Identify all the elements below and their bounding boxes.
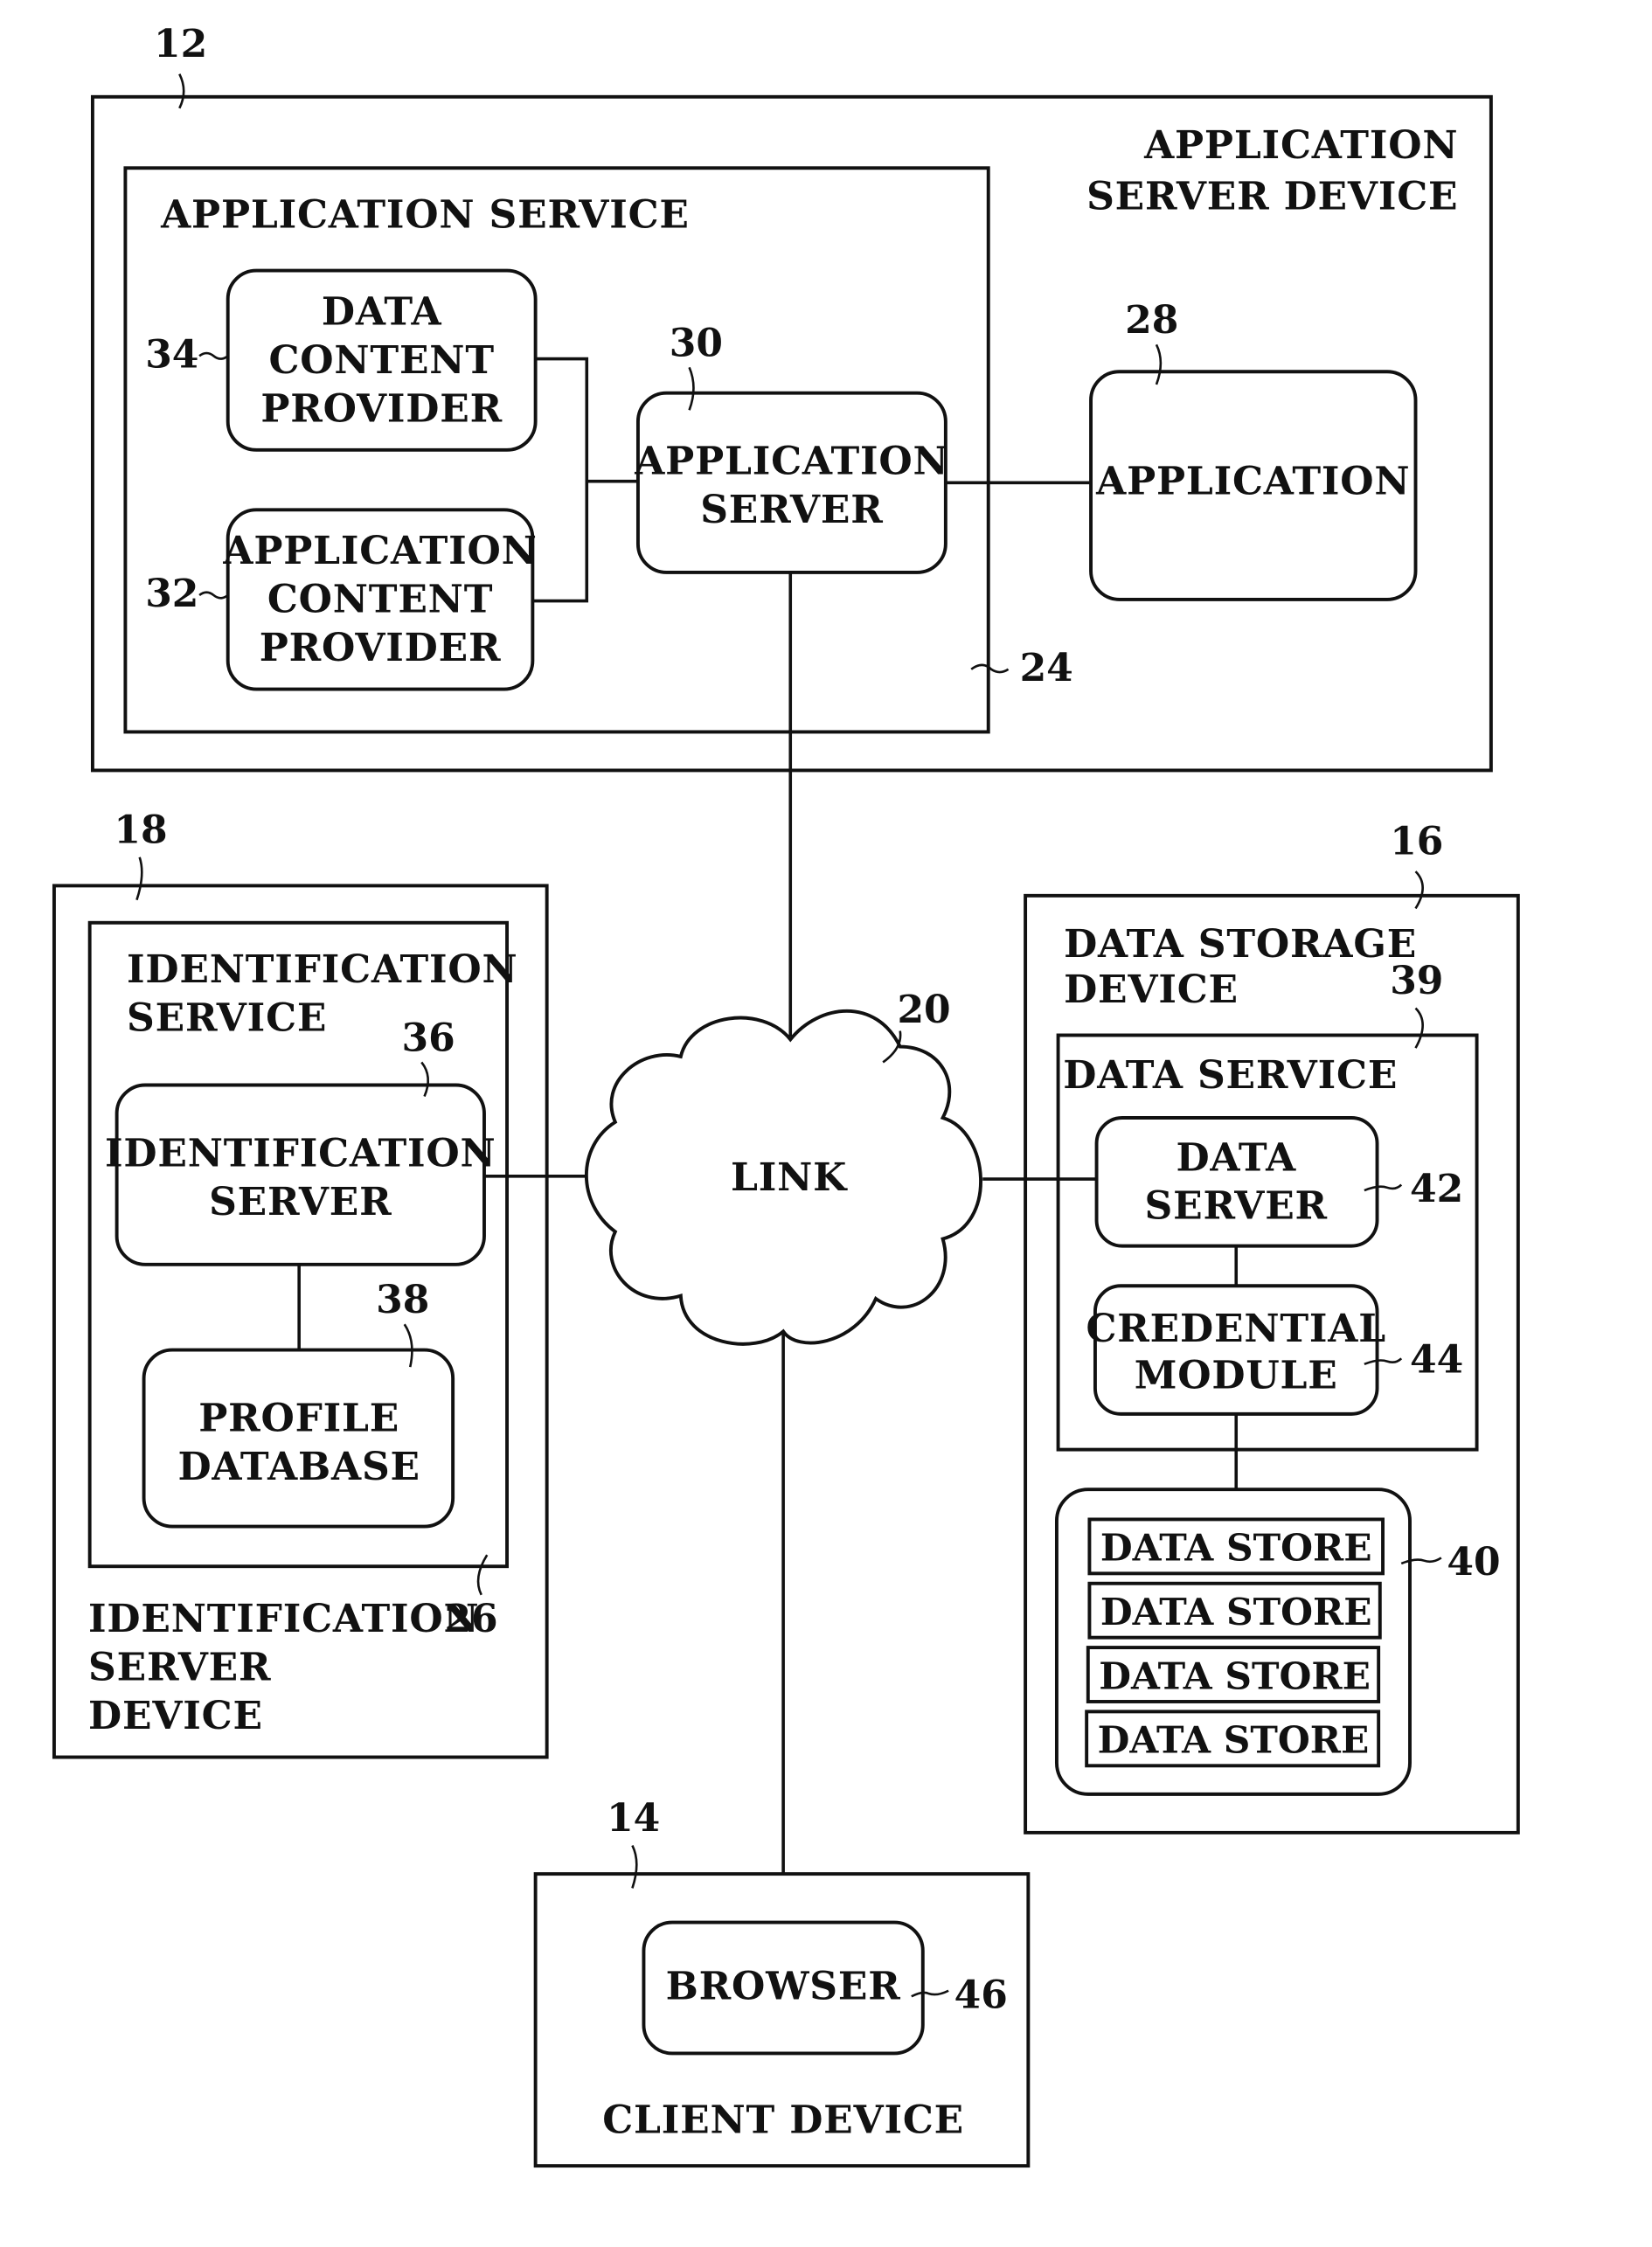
browser-label: BROWSER bbox=[666, 1965, 901, 2009]
data-service-label: DATA SERVICE bbox=[1063, 1053, 1398, 1098]
data-storage-device: 16 DATA STORAGE DEVICE 39 DATA SERVICE D… bbox=[1024, 820, 1520, 1834]
ref-16: 16 bbox=[1390, 820, 1443, 864]
leader-39 bbox=[1414, 1007, 1424, 1049]
ref-20: 20 bbox=[897, 988, 950, 1032]
identification-server[interactable]: IDENTIFICATION SERVER bbox=[105, 1083, 496, 1266]
ref-44: 44 bbox=[1410, 1338, 1463, 1383]
application-service-label: APPLICATION SERVICE bbox=[160, 193, 690, 238]
profile-database[interactable]: PROFILE DATABASE bbox=[142, 1348, 455, 1529]
data-store-item[interactable]: DATA STORE bbox=[1086, 1646, 1381, 1703]
application-server-label-1: APPLICATION bbox=[634, 440, 948, 484]
ref-14: 14 bbox=[607, 1796, 660, 1841]
data-storage-device-label-1: DATA STORAGE bbox=[1064, 922, 1417, 967]
application-server-device-label-1: APPLICATION bbox=[1143, 123, 1458, 168]
data-store-label: DATA STORE bbox=[1100, 1590, 1372, 1633]
identification-server-device-label-3: DEVICE bbox=[88, 1694, 263, 1738]
credential-module-label-1: CREDENTIAL bbox=[1086, 1307, 1385, 1351]
ref-26: 26 bbox=[444, 1597, 497, 1641]
ref-28: 28 bbox=[1125, 298, 1178, 343]
data-service: 39 DATA SERVICE DATA SERVER 42 CREDENTIA… bbox=[1056, 959, 1479, 1452]
application-server[interactable]: APPLICATION SERVER bbox=[634, 391, 948, 574]
ref-36: 36 bbox=[401, 1016, 455, 1060]
ref-39: 39 bbox=[1390, 959, 1443, 1003]
ref-12: 12 bbox=[154, 22, 207, 66]
ref-34: 34 bbox=[145, 332, 198, 377]
system-diagram: 12 APPLICATION SERVER DEVICE APPLICATION… bbox=[52, 22, 1520, 2168]
data-store-label: DATA STORE bbox=[1099, 1654, 1371, 1697]
application-content-provider-label-1: APPLICATION bbox=[222, 529, 537, 573]
leader-18 bbox=[135, 856, 143, 901]
leader-26 bbox=[476, 1554, 489, 1596]
identification-server-device: 18 IDENTIFICATION SERVER DEVICE IDENTIFI… bbox=[52, 808, 549, 1759]
ref-30: 30 bbox=[670, 321, 723, 365]
data-server[interactable]: DATA SERVER bbox=[1094, 1116, 1379, 1248]
link-label: LINK bbox=[731, 1155, 848, 1200]
identification-server-device-label-2: SERVER bbox=[88, 1646, 271, 1690]
data-store-item[interactable]: DATA STORE bbox=[1087, 1517, 1385, 1576]
credential-module[interactable]: CREDENTIAL MODULE bbox=[1086, 1284, 1385, 1416]
ref-42: 42 bbox=[1410, 1167, 1463, 1211]
application-content-provider-label-3: PROVIDER bbox=[260, 626, 502, 670]
ref-32: 32 bbox=[145, 572, 198, 616]
provider-bracket-connector bbox=[532, 357, 589, 603]
ref-24: 24 bbox=[1020, 646, 1073, 690]
application-server-device-label-2: SERVER DEVICE bbox=[1086, 175, 1458, 219]
leader-12 bbox=[178, 73, 185, 109]
identification-service-label-1: IDENTIFICATION bbox=[127, 947, 518, 992]
leader-34 bbox=[198, 351, 229, 360]
data-store-item[interactable]: DATA STORE bbox=[1087, 1581, 1382, 1640]
data-content-provider-label-1: DATA bbox=[322, 289, 442, 334]
identification-server-device-label-1: IDENTIFICATION bbox=[88, 1597, 480, 1641]
identification-service: IDENTIFICATION SERVICE 26 IDENTIFICATION… bbox=[87, 920, 518, 1641]
ref-46: 46 bbox=[954, 1973, 1008, 2017]
leader-14 bbox=[631, 1844, 638, 1889]
identification-service-label-2: SERVICE bbox=[127, 996, 327, 1041]
data-content-provider-label-3: PROVIDER bbox=[260, 386, 503, 431]
credential-module-label-2: MODULE bbox=[1135, 1354, 1338, 1398]
identification-server-label-1: IDENTIFICATION bbox=[105, 1131, 496, 1176]
ref-18: 18 bbox=[114, 808, 167, 853]
profile-database-label-1: PROFILE bbox=[198, 1396, 399, 1440]
data-storage-device-label-2: DEVICE bbox=[1064, 967, 1239, 1012]
profile-database-label-2: DATABASE bbox=[177, 1445, 420, 1489]
data-store-label: DATA STORE bbox=[1100, 1526, 1372, 1570]
client-device-label: CLIENT DEVICE bbox=[602, 2098, 964, 2143]
data-content-provider[interactable]: DATA CONTENT PROVIDER bbox=[226, 268, 538, 452]
data-stores: DATA STORE DATA STORE DATA STORE DATA ST… bbox=[1054, 1488, 1412, 1796]
leader-16 bbox=[1414, 870, 1424, 910]
leader-32 bbox=[198, 591, 229, 600]
ref-40: 40 bbox=[1447, 1540, 1500, 1585]
identification-server-label-2: SERVER bbox=[209, 1180, 392, 1224]
link-cloud[interactable]: LINK bbox=[584, 1009, 982, 1346]
browser[interactable]: BROWSER bbox=[642, 1920, 925, 2056]
data-server-label-1: DATA bbox=[1176, 1135, 1296, 1180]
application-label: APPLICATION bbox=[1095, 459, 1410, 503]
data-store-label: DATA STORE bbox=[1098, 1718, 1370, 1762]
application-service: APPLICATION SERVICE 24 DATA CONTENT PROV… bbox=[123, 166, 1073, 734]
data-content-provider-label-2: CONTENT bbox=[268, 338, 494, 383]
data-server-label-2: SERVER bbox=[1145, 1184, 1328, 1229]
application-content-provider[interactable]: APPLICATION CONTENT PROVIDER bbox=[222, 508, 537, 691]
application[interactable]: APPLICATION bbox=[1089, 370, 1418, 601]
application-content-provider-label-2: CONTENT bbox=[267, 578, 493, 622]
data-store-item[interactable]: DATA STORE bbox=[1085, 1710, 1381, 1768]
ref-38: 38 bbox=[376, 1278, 429, 1322]
application-server-label-2: SERVER bbox=[700, 488, 883, 532]
